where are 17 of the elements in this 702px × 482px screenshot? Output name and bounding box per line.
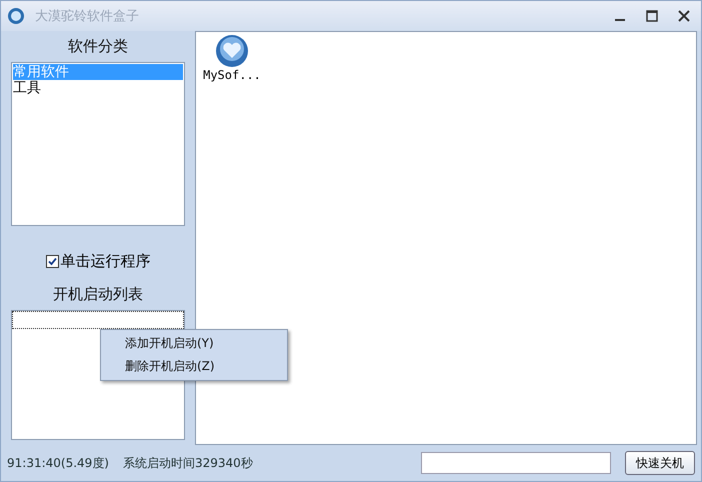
single-click-checkbox[interactable]: 单击运行程序	[46, 252, 150, 271]
startup-heading: 开机启动列表	[53, 285, 143, 304]
menu-item[interactable]: 删除开机启动(Z)	[101, 355, 287, 378]
minimize-icon	[615, 19, 625, 21]
uptime-text: 系统启动时间329340秒	[122, 454, 253, 472]
category-item[interactable]: 工具	[13, 80, 183, 96]
close-icon	[678, 10, 690, 22]
shutdown-button[interactable]: 快速关机	[625, 451, 695, 475]
menu-item[interactable]: 添加开机启动(Y)	[101, 332, 287, 355]
input-field[interactable]	[421, 452, 611, 474]
category-heading: 软件分类	[68, 37, 128, 56]
temperature-text: 91:31:40(5.49度)	[7, 454, 109, 472]
app-logo-icon	[7, 7, 25, 25]
maximize-icon	[646, 10, 658, 22]
window-title: 大漠驼铃软件盒子	[35, 8, 140, 25]
app-label: MySof...	[203, 68, 261, 82]
startup-item[interactable]	[13, 312, 183, 328]
